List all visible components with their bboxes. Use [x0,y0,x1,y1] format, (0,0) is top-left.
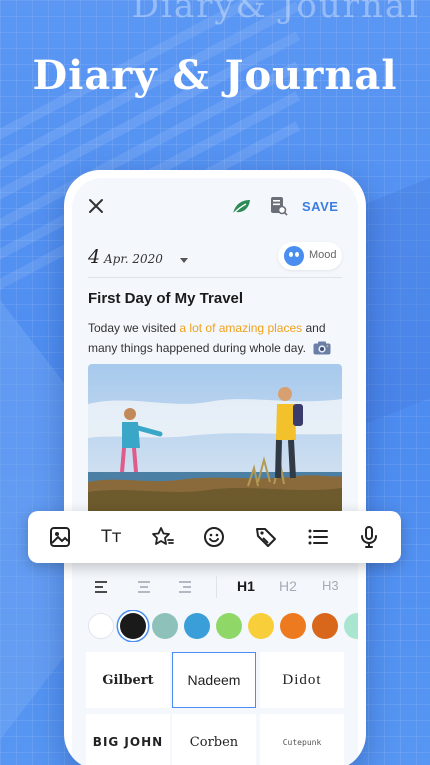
save-button[interactable]: SAVE [302,199,338,214]
color-swatch-green[interactable] [216,613,242,639]
bullet-list-icon [308,529,328,545]
list-button[interactable] [305,524,331,550]
font-option-label: Corben [189,734,239,750]
image-icon [49,527,70,547]
font-option-big-john[interactable]: BIG JOHN [86,714,170,765]
mood-label: Mood [309,249,337,261]
font-option-label: Nadeem [187,672,241,688]
body-text: Today we visited [88,321,180,335]
close-icon[interactable] [88,198,104,214]
leaf-icon[interactable] [230,198,252,216]
sticker-star-icon [152,527,174,545]
date-month[interactable]: Apr. 2020 [104,252,163,266]
color-swatch-black-selected[interactable] [120,613,146,639]
camera-icon [313,341,331,355]
font-option-didot[interactable]: Didot [260,652,344,708]
editor-toolbar: SAVE [72,178,358,236]
mood-face-icon [284,246,304,266]
color-swatch-mint[interactable] [344,613,358,639]
format-toolbar: Tт [28,511,401,563]
entry-title[interactable]: First Day of My Travel [88,290,243,307]
mood-button[interactable]: Mood [278,242,342,270]
emoji-icon [204,527,225,547]
tag-button[interactable] [253,524,279,550]
align-left-icon[interactable] [94,580,110,594]
date-day[interactable]: 4 [88,246,100,268]
divider [216,576,217,598]
font-option-cutepunk[interactable]: Cutepunk [260,714,344,765]
heading-h3-option[interactable]: H3 [322,578,339,593]
color-swatch-yellow[interactable] [248,613,274,639]
align-center-icon[interactable] [136,580,152,594]
font-option-label: Cutepunk [282,737,322,747]
font-option-gilbert[interactable]: Gilbert [86,652,170,708]
font-picker: Gilbert Nadeem Didot BIG JOHN Corben Cut… [86,652,346,765]
emoji-button[interactable] [201,524,227,550]
align-right-icon[interactable] [176,580,192,594]
microphone-icon [361,526,378,548]
chevron-down-icon[interactable] [180,258,188,263]
tag-icon [256,528,277,547]
color-swatch-sage[interactable] [152,613,178,639]
voice-button[interactable] [356,524,382,550]
color-swatch-dark-orange[interactable] [312,613,338,639]
font-option-label: Gilbert [102,672,154,688]
heading-h1-option[interactable]: H1 [237,578,255,594]
sticker-button[interactable] [150,524,176,550]
entry-body[interactable]: Today we visited a lot of amazing places… [88,318,348,358]
color-swatch-white[interactable] [88,613,114,639]
body-highlight: a lot of amazing places [179,321,303,335]
image-button[interactable] [47,524,73,550]
color-swatch-blue[interactable] [184,613,210,639]
font-option-label: Didot [282,671,322,688]
ghost-title: Diary& Journal [131,0,420,26]
entry-photo[interactable] [88,364,342,519]
date-row: 4 Apr. 2020 Mood [88,242,342,278]
paragraph-options: H1 H2 H3 [82,576,352,600]
hero-title: Diary & Journal [32,52,398,99]
text-size-button[interactable]: Tт [98,524,124,550]
text-size-icon: Tт [101,527,122,547]
font-option-label: BIG JOHN [92,735,164,749]
font-option-corben[interactable]: Corben [172,714,256,765]
color-swatch-orange[interactable] [280,613,306,639]
color-palette [86,610,358,642]
heading-h2-option[interactable]: H2 [279,578,297,594]
search-document-icon[interactable] [270,196,288,216]
font-option-nadeem[interactable]: Nadeem [172,652,256,708]
